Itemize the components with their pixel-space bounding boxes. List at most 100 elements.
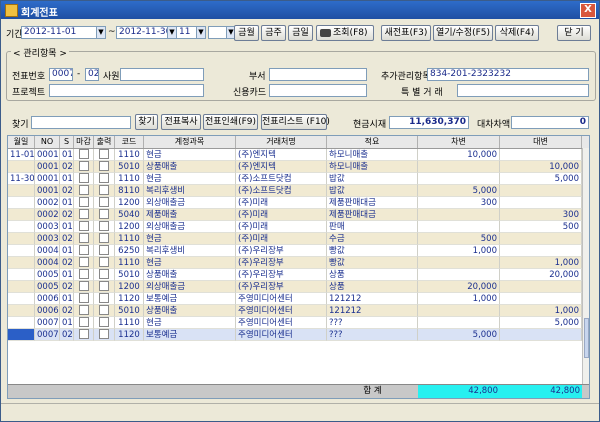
dept-field[interactable] (269, 68, 367, 81)
cell-printed-checkbox[interactable] (94, 221, 115, 233)
cell-closed-checkbox[interactable] (74, 245, 94, 257)
cell-closed-checkbox[interactable] (74, 257, 94, 269)
table-row[interactable]: 0002 02 5040 제품매출 (주)미래 제품판매대금 300 (8, 209, 589, 221)
cell-closed-checkbox[interactable] (74, 161, 94, 173)
checkbox[interactable] (99, 293, 109, 303)
cell-printed-checkbox[interactable] (94, 269, 115, 281)
this-week-button[interactable]: 금주 (261, 25, 286, 41)
slip-list-button[interactable]: 전표리스트 (F10) (261, 114, 330, 130)
table-row[interactable]: 0002 01 1200 외상매출금 (주)미래 제품판매대금 300 (8, 197, 589, 209)
cell-printed-checkbox[interactable] (94, 305, 115, 317)
table-row[interactable]: 0004 01 6250 복리후생비 (주)우리장부 빵값 1,000 (8, 245, 589, 257)
slip-sub-field[interactable]: 02 (85, 68, 99, 81)
checkbox[interactable] (99, 305, 109, 315)
slip-no-field[interactable]: 0007 (49, 68, 73, 81)
checkbox[interactable] (99, 173, 109, 183)
table-row[interactable]: 0006 02 5010 상품매출 주영미디어센터 121212 1,000 (8, 305, 589, 317)
checkbox[interactable] (78, 149, 89, 159)
cell-closed-checkbox[interactable] (74, 185, 94, 197)
cell-printed-checkbox[interactable] (94, 329, 115, 341)
slip-grid[interactable]: 월일 NO S 마감 출력 코드 계정과목 거래처명 적요 차변 대변 11-0… (7, 135, 590, 399)
col-account[interactable]: 계정과목 (144, 136, 236, 148)
cell-printed-checkbox[interactable] (94, 173, 115, 185)
checkbox[interactable] (78, 293, 89, 303)
date-from-field[interactable]: 2012-11-01 (21, 26, 97, 39)
print-slip-button[interactable]: 전표인쇄(F9) (203, 114, 258, 130)
table-row[interactable]: 0004 02 1110 현금 (주)우리장부 빵값 1,000 (8, 257, 589, 269)
checkbox[interactable] (78, 221, 89, 231)
cell-printed-checkbox[interactable] (94, 233, 115, 245)
cell-printed-checkbox[interactable] (94, 281, 115, 293)
credit-card-field[interactable] (269, 84, 367, 97)
find-button[interactable]: 찾기 (135, 114, 158, 130)
checkbox[interactable] (99, 209, 109, 219)
project-field[interactable] (49, 84, 204, 97)
checkbox[interactable] (99, 329, 109, 339)
checkbox[interactable] (78, 257, 89, 267)
checkbox[interactable] (78, 269, 89, 279)
cell-closed-checkbox[interactable] (74, 173, 94, 185)
col-s[interactable]: S (60, 136, 74, 148)
month-select[interactable]: 11 (176, 26, 198, 39)
search-button[interactable]: 조회(F8) (316, 25, 374, 41)
date-to-field[interactable]: 2012-11-30 (116, 26, 168, 39)
checkbox[interactable] (78, 233, 89, 243)
checkbox[interactable] (99, 257, 109, 267)
col-debit[interactable]: 차변 (418, 136, 500, 148)
checkbox[interactable] (78, 173, 89, 183)
special-trade-field[interactable] (457, 84, 589, 97)
cell-closed-checkbox[interactable] (74, 221, 94, 233)
scrollbar-thumb[interactable] (584, 318, 589, 358)
table-row[interactable]: 0001 02 8110 복리후생비 (주)소프트닷컴 밥값 5,000 (8, 185, 589, 197)
extra-select[interactable] (208, 26, 228, 39)
checkbox[interactable] (78, 161, 89, 171)
cell-printed-checkbox[interactable] (94, 197, 115, 209)
cell-printed-checkbox[interactable] (94, 209, 115, 221)
table-row[interactable]: 0005 01 5010 상품매출 (주)우리장부 상품 20,000 (8, 269, 589, 281)
col-date[interactable]: 월일 (8, 136, 35, 148)
cell-printed-checkbox[interactable] (94, 317, 115, 329)
checkbox[interactable] (99, 269, 109, 279)
table-row[interactable]: 0003 01 1200 외상매출금 (주)미래 판매 500 (8, 221, 589, 233)
cell-printed-checkbox[interactable] (94, 293, 115, 305)
cell-closed-checkbox[interactable] (74, 233, 94, 245)
checkbox[interactable] (99, 161, 109, 171)
delete-button[interactable]: 삭제(F4) (495, 25, 539, 41)
today-button[interactable]: 금일 (288, 25, 313, 41)
col-code[interactable]: 코드 (115, 136, 144, 148)
cell-closed-checkbox[interactable] (74, 269, 94, 281)
col-no[interactable]: NO (35, 136, 60, 148)
table-row[interactable]: 0005 02 1200 외상매출금 (주)우리장부 상품 20,000 (8, 281, 589, 293)
checkbox[interactable] (78, 281, 89, 291)
checkbox[interactable] (78, 317, 89, 327)
table-row[interactable]: 0006 01 1120 보통예금 주영미디어센터 121212 1,000 (8, 293, 589, 305)
this-month-button[interactable]: 금월 (234, 25, 259, 41)
checkbox[interactable] (78, 185, 89, 195)
col-memo[interactable]: 적요 (327, 136, 418, 148)
table-row[interactable]: 0001 02 5010 상품매출 (주)엔지텍 하모니매출 10,000 (8, 161, 589, 173)
checkbox[interactable] (78, 197, 89, 207)
find-input[interactable] (31, 116, 131, 129)
checkbox[interactable] (78, 329, 89, 339)
cell-closed-checkbox[interactable] (74, 329, 94, 341)
cell-closed-checkbox[interactable] (74, 209, 94, 221)
checkbox[interactable] (99, 317, 109, 327)
table-row[interactable]: 0007 01 1110 현금 주영미디어센터??? 5,000 (8, 317, 589, 329)
table-row[interactable]: 0007 02 1120 보통예금 주영미디어센터??? 5,000 (8, 329, 589, 341)
date-from-dropdown-icon[interactable]: ▼ (96, 26, 106, 39)
cell-closed-checkbox[interactable] (74, 317, 94, 329)
checkbox[interactable] (99, 245, 109, 255)
cell-printed-checkbox[interactable] (94, 149, 115, 161)
cell-closed-checkbox[interactable] (74, 197, 94, 209)
table-row[interactable]: 11-01 0001 01 1110 현금 (주)엔지텍 하모니매출 10,000 (8, 149, 589, 161)
table-row[interactable]: 0003 02 1110 현금 (주)미래 수금 500 (8, 233, 589, 245)
col-credit[interactable]: 대변 (500, 136, 582, 148)
checkbox[interactable] (99, 149, 109, 159)
checkbox[interactable] (99, 281, 109, 291)
cell-closed-checkbox[interactable] (74, 305, 94, 317)
checkbox[interactable] (78, 305, 89, 315)
extra-mgmt-field[interactable]: 834-201-2323232 (427, 68, 589, 81)
col-partner[interactable]: 거래처명 (236, 136, 327, 148)
checkbox[interactable] (99, 221, 109, 231)
checkbox[interactable] (78, 209, 89, 219)
